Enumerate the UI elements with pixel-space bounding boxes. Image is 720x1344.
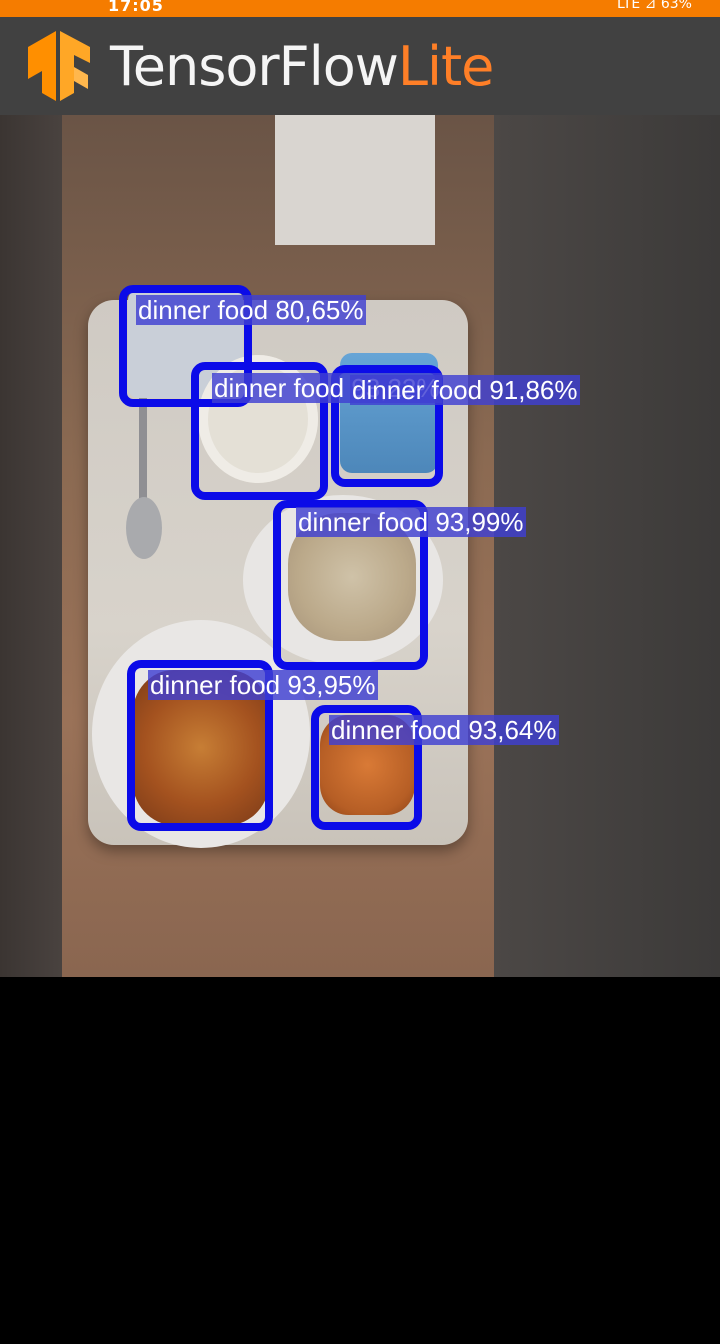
app-title: TensorFlowLite [110,35,494,98]
detection-label-5: dinner food 93,95% [148,670,378,700]
app-title-accent: Lite [397,35,494,98]
status-bar: 17:05 LTE ⊿ 63% [0,0,720,17]
detection-label-4: dinner food 93,99% [296,507,526,537]
empty-bottom-area [0,977,720,1344]
detection-label-6: dinner food 93,64% [329,715,559,745]
status-time: 17:05 [108,0,164,15]
detection-label-3: dinner food 91,86% [350,375,580,405]
status-icons: LTE ⊿ 63% [616,0,692,12]
spoon [126,497,162,559]
app-title-main: TensorFlow [110,35,399,98]
app-header: TensorFlowLite [0,17,720,115]
detection-label-1: dinner food 80,65% [136,295,366,325]
paper-box [275,115,435,245]
tensorflow-logo-icon [28,31,90,101]
